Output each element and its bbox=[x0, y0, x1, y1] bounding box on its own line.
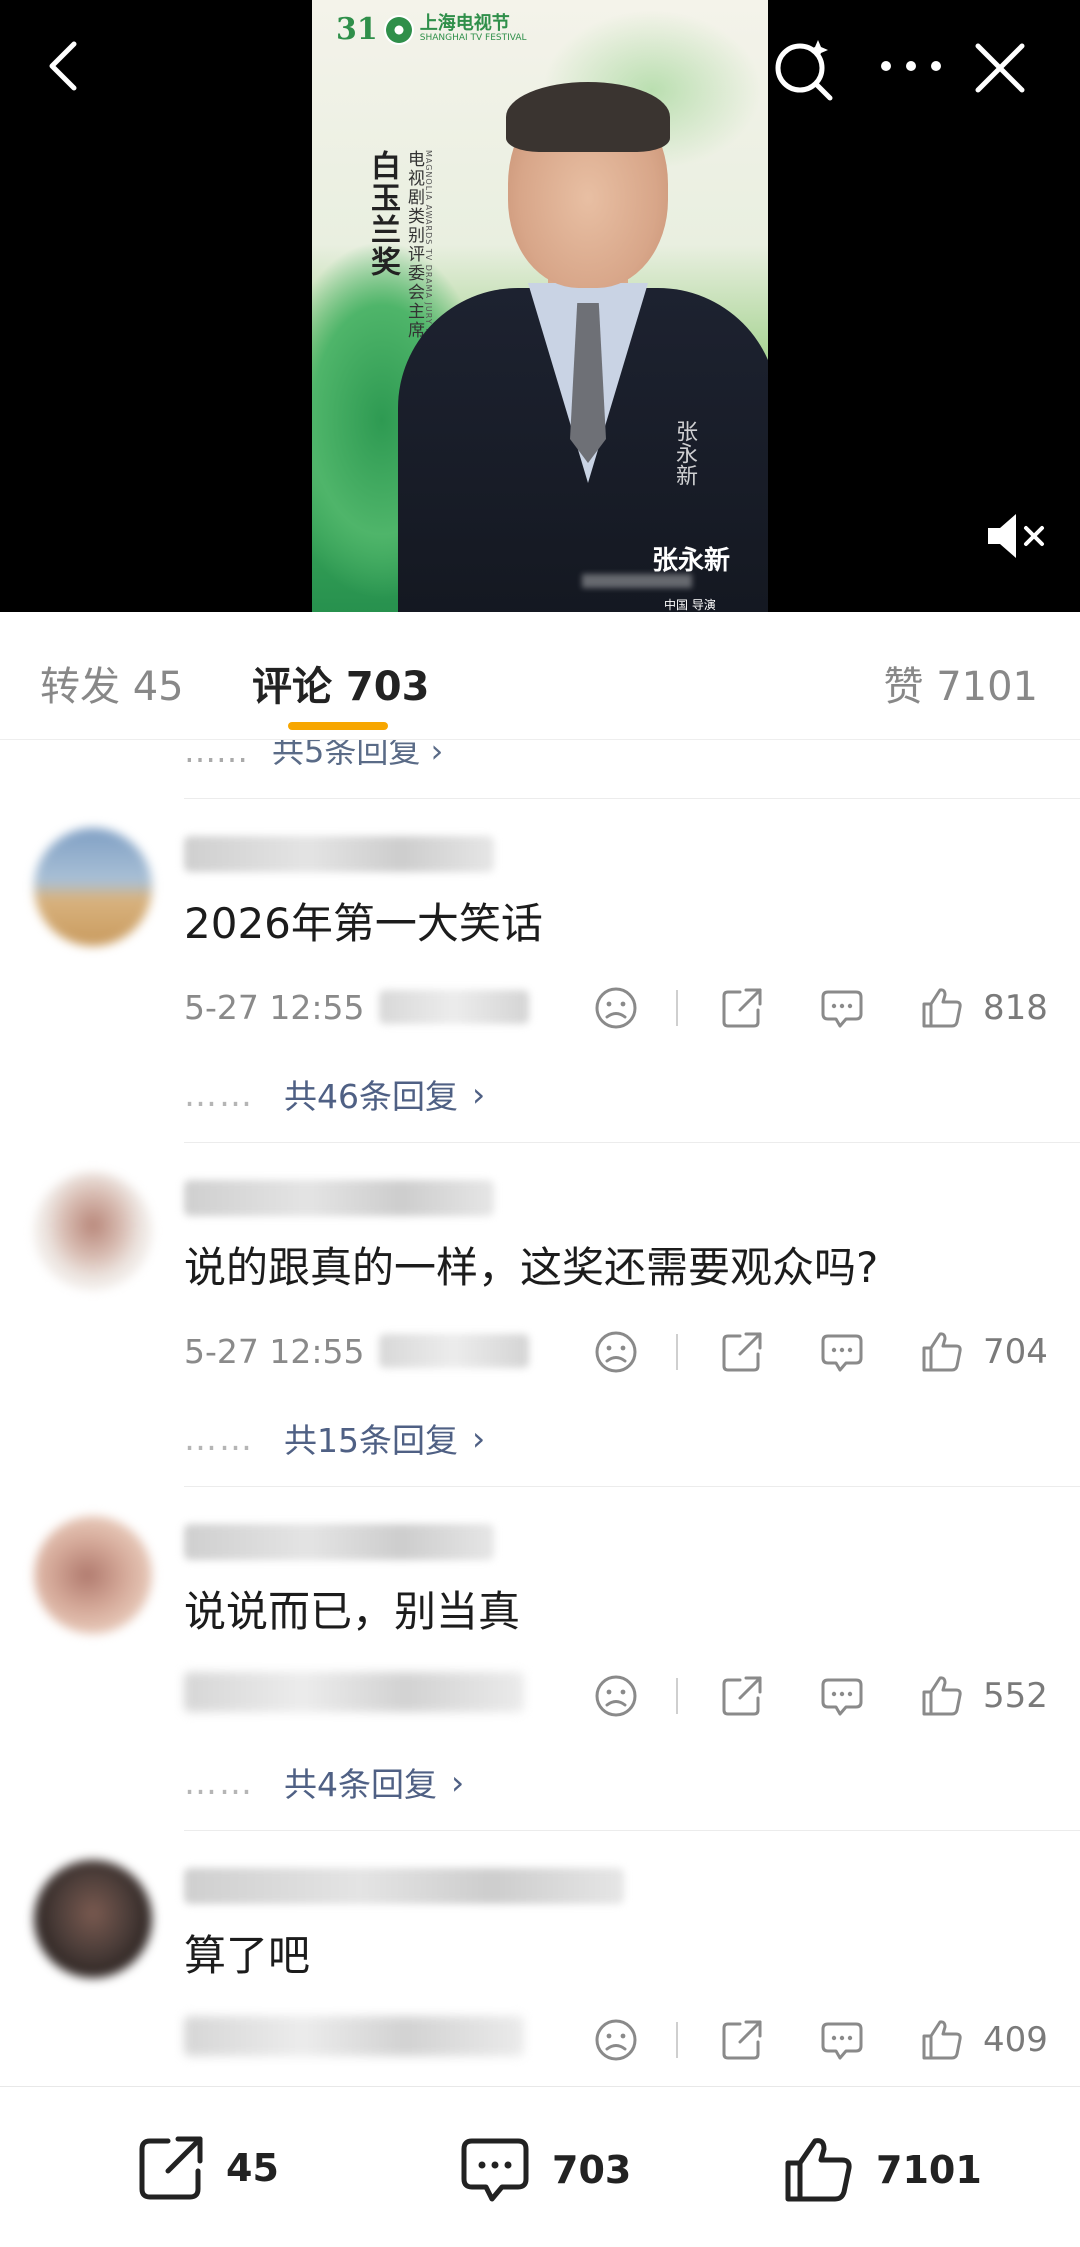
like-count: 409 bbox=[983, 2020, 1048, 2060]
dislike-icon[interactable] bbox=[592, 1672, 640, 1720]
logo-cn: 上海电视节 bbox=[419, 13, 510, 35]
comment-item: 2026年第一大笑话 5-27 12:55 818 …… 共46条回复 › bbox=[0, 798, 1080, 1142]
view-replies-link[interactable]: …… 共5条回复 › bbox=[184, 740, 443, 772]
person-name: 张永新 bbox=[652, 546, 731, 576]
action-separator bbox=[676, 990, 678, 1026]
comment-meta: 5-27 12:55 bbox=[184, 984, 529, 1030]
like-count: 552 bbox=[983, 1676, 1048, 1716]
magnolia-icon bbox=[383, 14, 414, 45]
dislike-icon[interactable] bbox=[592, 1328, 640, 1376]
like-icon[interactable] bbox=[918, 1672, 966, 1720]
reply-count: 共5条回复 › bbox=[272, 740, 444, 770]
view-replies-link[interactable]: …… 共15条回复 › bbox=[184, 1414, 485, 1462]
username-blurred[interactable] bbox=[184, 836, 494, 872]
repost-count: 45 bbox=[226, 2146, 279, 2190]
avatar[interactable] bbox=[34, 1860, 152, 1978]
back-icon[interactable] bbox=[36, 36, 96, 96]
comment-meta-blurred bbox=[184, 2016, 524, 2056]
action-separator bbox=[676, 1678, 678, 1714]
comment-item: 说的跟真的一样，这奖还需要观众吗? 5-27 12:55 704 …… 共15条回… bbox=[0, 1142, 1080, 1486]
close-icon[interactable] bbox=[972, 40, 1028, 96]
comment-icon[interactable] bbox=[818, 2016, 866, 2064]
comment-time: 5-27 12:55 bbox=[184, 1331, 365, 1371]
action-separator bbox=[676, 2022, 678, 2058]
dislike-icon[interactable] bbox=[592, 984, 640, 1032]
reply-count: 共46条回复 bbox=[284, 1077, 458, 1116]
avatar[interactable] bbox=[34, 828, 152, 946]
username-blurred[interactable] bbox=[184, 1524, 494, 1560]
active-tab-indicator bbox=[288, 722, 388, 730]
comment-text: 2026年第一大笑话 bbox=[184, 899, 543, 948]
avatar[interactable] bbox=[34, 1172, 152, 1290]
tab-repost[interactable]: 转发 45 bbox=[40, 654, 184, 712]
like-icon[interactable] bbox=[918, 984, 966, 1032]
comment-icon bbox=[461, 2138, 529, 2202]
avatar[interactable] bbox=[34, 1516, 152, 1634]
like-count: 7101 bbox=[876, 2148, 982, 2192]
video-player[interactable]: 31 上海电视节 SHANGHAI TV FESTIVAL 白玉兰奖 电视剧类别… bbox=[0, 0, 1080, 612]
location-blurred bbox=[378, 1334, 529, 1368]
signature: 张永新 bbox=[672, 420, 697, 486]
logo-number: 31 bbox=[336, 12, 378, 47]
tab-likes[interactable]: 赞 7101 bbox=[883, 654, 1038, 712]
share-icon bbox=[139, 2136, 203, 2200]
comment-item: 说说而已，别当真 552 …… 共4条回复 › bbox=[0, 1486, 1080, 1830]
comment-meta-blurred bbox=[184, 1672, 524, 1712]
like-count: 704 bbox=[983, 1332, 1048, 1372]
comment-item: 算了吧 409 bbox=[0, 1830, 1080, 2086]
mute-icon[interactable] bbox=[984, 510, 1046, 562]
comment-button[interactable]: 703 bbox=[456, 2131, 631, 2209]
comment-meta: 5-27 12:55 bbox=[184, 1328, 529, 1374]
action-separator bbox=[676, 1334, 678, 1370]
like-icon[interactable] bbox=[918, 2016, 966, 2064]
username-blurred[interactable] bbox=[184, 1868, 624, 1904]
like-button[interactable]: 7101 bbox=[780, 2131, 982, 2209]
location-blurred bbox=[378, 990, 529, 1024]
share-icon[interactable] bbox=[718, 984, 766, 1032]
search-icon[interactable] bbox=[772, 36, 838, 102]
logo-en: SHANGHAI TV FESTIVAL bbox=[419, 33, 527, 44]
comment-list[interactable]: …… 共5条回复 › 2026年第一大笑话 5-27 12:55 818 …… 共4… bbox=[0, 740, 1080, 2086]
share-icon[interactable] bbox=[718, 1328, 766, 1376]
tab-bar: 转发 45 评论 703 赞 7101 bbox=[0, 612, 1080, 740]
reply-dots: …… bbox=[184, 740, 248, 770]
view-replies-link[interactable]: …… 共4条回复 › bbox=[184, 1758, 464, 1806]
festival-logo: 31 上海电视节 SHANGHAI TV FESTIVAL bbox=[336, 12, 527, 47]
share-icon[interactable] bbox=[718, 2016, 766, 2064]
portrait bbox=[398, 82, 768, 612]
username-blurred[interactable] bbox=[184, 1180, 494, 1216]
share-icon[interactable] bbox=[718, 1672, 766, 1720]
comment-text: 算了吧 bbox=[184, 1931, 311, 1980]
view-replies-link[interactable]: …… 共46条回复 › bbox=[184, 1070, 485, 1118]
tab-comments[interactable]: 评论 703 bbox=[252, 654, 429, 712]
comment-text: 说的跟真的一样，这奖还需要观众吗? bbox=[184, 1243, 879, 1292]
poster-image: 31 上海电视节 SHANGHAI TV FESTIVAL 白玉兰奖 电视剧类别… bbox=[312, 0, 768, 612]
like-icon bbox=[785, 2138, 852, 2202]
comment-text: 说说而已，别当真 bbox=[184, 1587, 521, 1636]
comment-count: 703 bbox=[552, 2148, 632, 2192]
like-count: 818 bbox=[983, 988, 1048, 1028]
person-subtitle: 中国 导演 bbox=[664, 598, 716, 612]
comment-time: 5-27 12:55 bbox=[184, 987, 365, 1027]
comment-icon[interactable] bbox=[818, 984, 866, 1032]
reply-count: 共15条回复 bbox=[284, 1421, 458, 1460]
comment-icon[interactable] bbox=[818, 1672, 866, 1720]
comment-icon[interactable] bbox=[818, 1328, 866, 1376]
repost-button[interactable]: 45 bbox=[134, 2131, 279, 2205]
more-icon[interactable] bbox=[876, 36, 946, 96]
reply-count: 共4条回复 bbox=[284, 1765, 437, 1804]
bottom-action-bar: 45 703 7101 bbox=[0, 2086, 1080, 2247]
like-icon[interactable] bbox=[918, 1328, 966, 1376]
dislike-icon[interactable] bbox=[592, 2016, 640, 2064]
blurred-caption bbox=[582, 574, 692, 588]
